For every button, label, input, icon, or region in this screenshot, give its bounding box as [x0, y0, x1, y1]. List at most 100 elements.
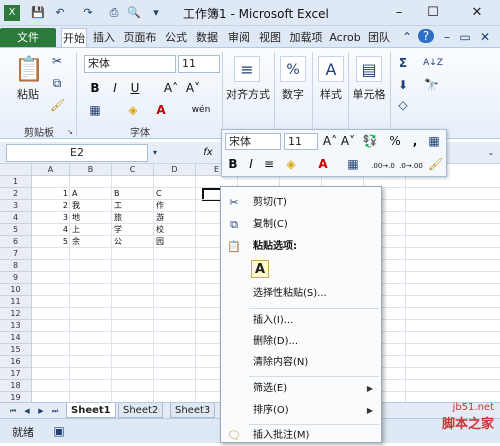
menu-item-filter[interactable]: 筛选(E) ▶: [221, 378, 381, 399]
row-header-6[interactable]: 6: [0, 236, 32, 248]
row-header-15[interactable]: 15: [0, 344, 32, 356]
tab-file[interactable]: 文件: [0, 28, 56, 48]
sheet-tab-sheet1[interactable]: Sheet1: [66, 403, 116, 418]
next-sheet-icon[interactable]: ▶: [36, 404, 46, 418]
mini-decrease-decimal-button[interactable]: .0→.00: [398, 159, 424, 173]
namebox-dropdown-icon[interactable]: ▾: [150, 146, 160, 160]
cells-icon[interactable]: ▤: [356, 56, 382, 82]
first-sheet-icon[interactable]: ⏮: [8, 404, 18, 418]
menu-item-paste-special[interactable]: 选择性粘贴(S)...: [221, 283, 381, 304]
tab-home[interactable]: 开始: [61, 28, 87, 48]
print-preview-icon[interactable]: ⎙: [106, 5, 122, 21]
border-icon[interactable]: ▦: [88, 103, 102, 117]
row-header-14[interactable]: 14: [0, 332, 32, 344]
paste-icon[interactable]: 📋: [14, 54, 44, 84]
grow-font-button[interactable]: A˄: [162, 81, 180, 95]
italic-button[interactable]: I: [108, 81, 122, 95]
tab-addins[interactable]: 加载项: [286, 28, 326, 48]
collapse-ribbon-icon[interactable]: ⌃: [400, 30, 414, 44]
clipboard-launcher-icon[interactable]: ↘: [66, 125, 74, 139]
prev-sheet-icon[interactable]: ◀: [22, 404, 32, 418]
window-restore-icon[interactable]: ▭: [458, 30, 472, 44]
menu-item-sort[interactable]: 排序(O) ▶: [221, 400, 381, 421]
mini-font-color-button[interactable]: A: [316, 157, 330, 171]
tab-review[interactable]: 审阅: [225, 28, 253, 48]
row-header-16[interactable]: 16: [0, 356, 32, 368]
customize-toolbar-icon[interactable]: ▾: [148, 5, 164, 21]
mini-percent-button[interactable]: %: [388, 134, 402, 148]
sheet-tab-sheet3[interactable]: Sheet3: [170, 403, 216, 418]
row-header-1[interactable]: 1: [0, 176, 32, 188]
mini-bold-button[interactable]: B: [226, 157, 240, 171]
shrink-font-button[interactable]: A˅: [184, 81, 202, 95]
close-button[interactable]: ✕: [462, 3, 492, 23]
underline-button[interactable]: U: [128, 81, 142, 95]
tab-formulas[interactable]: 公式: [162, 28, 190, 48]
menu-item-delete[interactable]: 删除(D)...: [221, 331, 381, 352]
mini-align-button[interactable]: ≡: [262, 157, 276, 171]
clear-icon[interactable]: ◇: [396, 98, 410, 112]
tab-team[interactable]: 团队: [365, 28, 393, 48]
row-header-9[interactable]: 9: [0, 272, 32, 284]
mini-font-name-box[interactable]: 宋体: [225, 133, 281, 150]
tab-page-layout[interactable]: 页面布: [120, 28, 160, 48]
font-color-button[interactable]: A: [154, 103, 168, 117]
menu-item-insert[interactable]: 插入(I)...: [221, 310, 381, 331]
excel-logo-icon[interactable]: X: [4, 5, 20, 21]
menu-item-copy[interactable]: ⧉ 复制(C): [221, 214, 381, 235]
row-header-12[interactable]: 12: [0, 308, 32, 320]
redo-icon[interactable]: ↷: [80, 5, 96, 21]
name-box[interactable]: E2: [6, 144, 148, 162]
font-size-box[interactable]: 11: [178, 55, 220, 73]
row-header-11[interactable]: 11: [0, 296, 32, 308]
column-header-a[interactable]: A: [32, 164, 70, 176]
fill-icon[interactable]: ⬇: [396, 78, 410, 92]
mini-accounting-icon[interactable]: 💱: [362, 134, 378, 148]
sheet-tab-sheet2[interactable]: Sheet2: [118, 403, 164, 418]
copy-icon[interactable]: ⧉: [50, 76, 64, 90]
styles-icon[interactable]: A: [318, 56, 344, 82]
mini-format-painter-icon[interactable]: 🖌: [428, 157, 443, 171]
number-format-icon[interactable]: %: [280, 56, 306, 82]
row-header-7[interactable]: 7: [0, 248, 32, 260]
minimize-button[interactable]: –: [384, 3, 414, 23]
alignment-button[interactable]: 对齐方式: [226, 86, 270, 102]
help-icon[interactable]: ?: [418, 29, 434, 43]
font-name-box[interactable]: 宋体: [84, 55, 176, 73]
format-painter-icon[interactable]: 🖌: [50, 98, 65, 112]
tab-acrobat[interactable]: Acrob: [328, 28, 362, 48]
mini-italic-button[interactable]: I: [244, 157, 258, 171]
row-header-18[interactable]: 18: [0, 380, 32, 392]
cells-button[interactable]: 单元格: [350, 86, 388, 102]
fill-color-icon[interactable]: ◈: [126, 103, 140, 117]
column-header-d[interactable]: D: [154, 164, 196, 176]
window-minimize-icon[interactable]: –: [440, 30, 454, 44]
column-header-b[interactable]: B: [70, 164, 112, 176]
last-sheet-icon[interactable]: ⏭: [50, 404, 60, 418]
tab-data[interactable]: 数据: [193, 28, 221, 48]
find-icon[interactable]: 🔭: [424, 78, 439, 92]
undo-icon[interactable]: ↶: [52, 5, 68, 21]
mini-border-icon[interactable]: ▦: [346, 157, 360, 171]
sort-filter-button[interactable]: A↓Z: [420, 56, 446, 70]
row-header-10[interactable]: 10: [0, 284, 32, 296]
row-header-8[interactable]: 8: [0, 260, 32, 272]
mini-font-size-box[interactable]: 11: [284, 133, 318, 150]
mini-increase-decimal-button[interactable]: .00→.0: [370, 159, 396, 173]
phonetic-button[interactable]: wén: [190, 103, 212, 117]
column-header-c[interactable]: C: [112, 164, 154, 176]
row-header-2[interactable]: 2: [0, 188, 32, 200]
select-all-corner[interactable]: [0, 164, 32, 176]
tab-view[interactable]: 视图: [256, 28, 284, 48]
macro-record-icon[interactable]: ▣: [52, 424, 66, 438]
mini-comma-button[interactable]: ,: [410, 134, 420, 148]
expand-formula-icon[interactable]: ⌄: [486, 146, 496, 160]
row-header-5[interactable]: 5: [0, 224, 32, 236]
mini-grow-font-button[interactable]: A˄: [322, 134, 338, 148]
alignment-icon[interactable]: ≡: [234, 56, 260, 82]
cut-icon[interactable]: ✂: [50, 54, 64, 68]
tab-insert[interactable]: 插入: [90, 28, 118, 48]
paste-button[interactable]: 粘贴: [14, 86, 42, 102]
save-icon[interactable]: 💾: [30, 5, 46, 21]
mini-fill-color-icon[interactable]: ◈: [284, 157, 298, 171]
